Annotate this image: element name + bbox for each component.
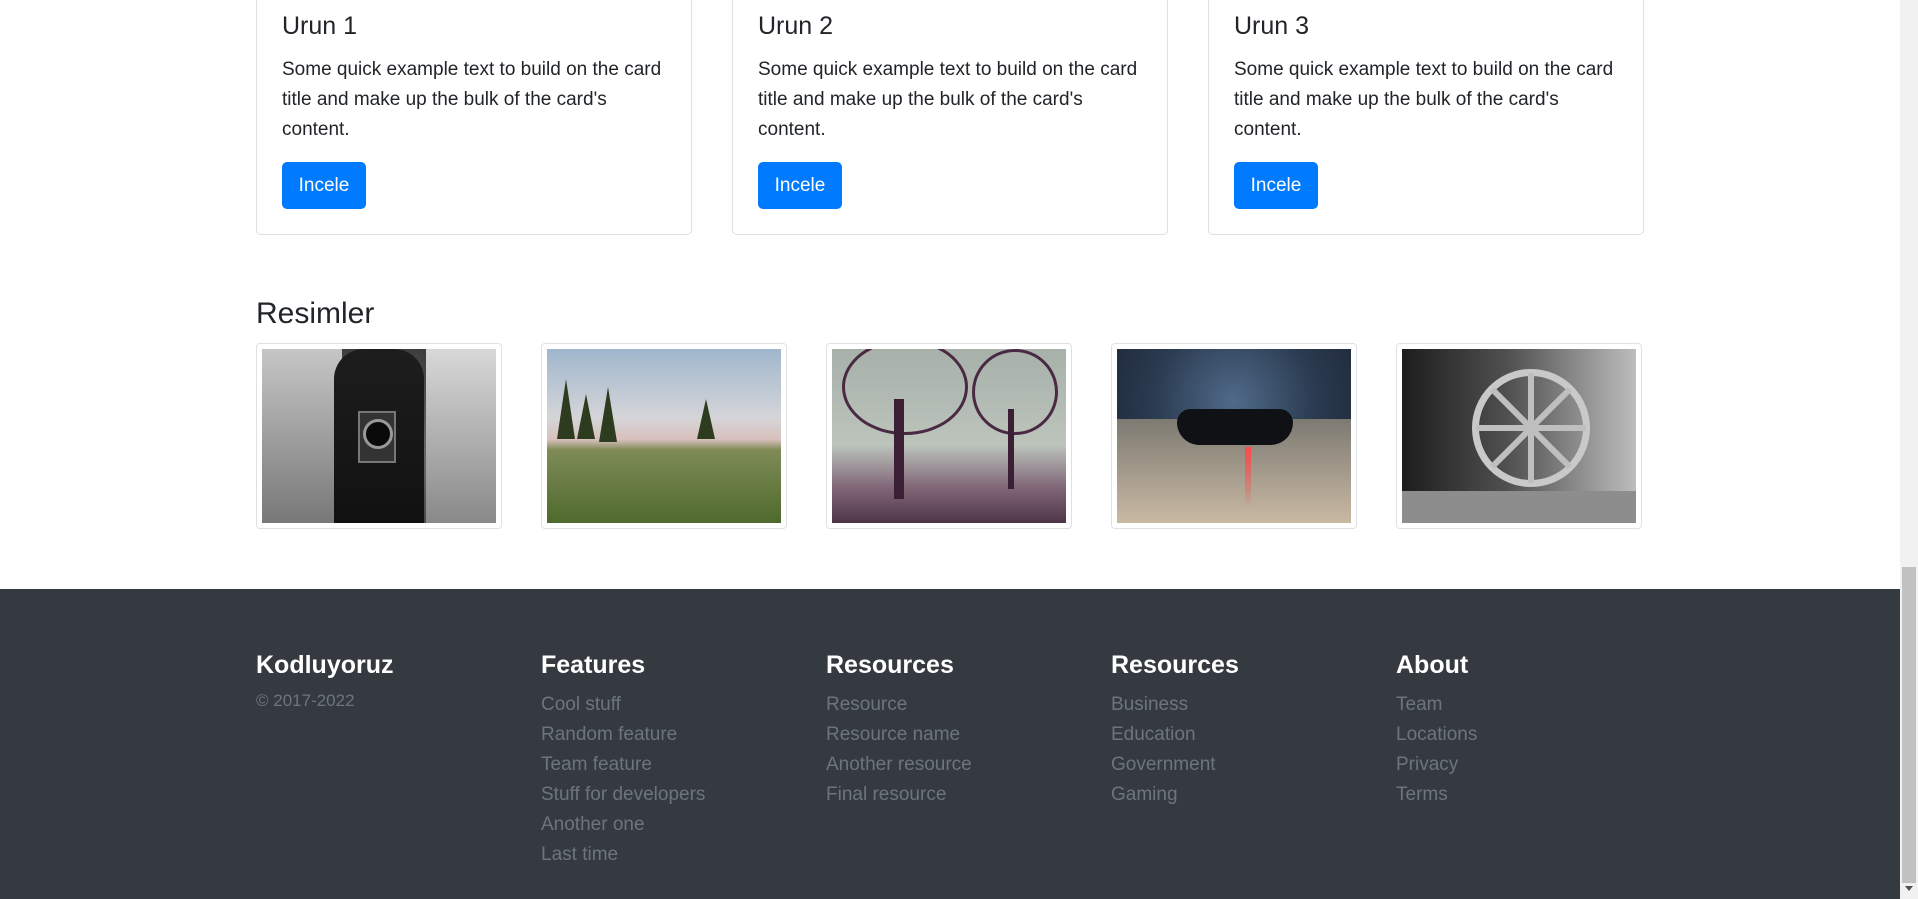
footer-link[interactable]: Random feature — [541, 720, 781, 750]
gallery-title: Resimler — [256, 297, 375, 330]
card-text: Some quick example text to build on the … — [1234, 59, 1614, 140]
footer-link[interactable]: Stuff for developers — [541, 780, 781, 810]
footer-link[interactable]: Education — [1111, 720, 1351, 750]
card-text: Some quick example text to build on the … — [282, 59, 662, 140]
game-controller-photo — [1117, 349, 1351, 523]
footer-brand-column: Kodluyoruz © 2017-2022 — [256, 650, 496, 712]
footer-link[interactable]: Cool stuff — [541, 690, 781, 720]
footer-link[interactable]: Another resource — [826, 750, 1066, 780]
footer-link[interactable]: Gaming — [1111, 780, 1351, 810]
incele-button[interactable]: Incele — [758, 162, 842, 209]
incele-button[interactable]: Incele — [282, 162, 366, 209]
card-title: Urun 3 — [1234, 12, 1310, 40]
footer-column-title: Resources — [1111, 651, 1239, 679]
footer-column-about: About Team Locations Privacy Terms — [1396, 650, 1636, 810]
footer-link[interactable]: Locations — [1396, 720, 1636, 750]
footer-column-title: About — [1396, 651, 1469, 679]
meadow-photo — [547, 349, 781, 523]
footer-column-resources-2: Resources Business Education Government … — [1111, 650, 1351, 810]
footer-brand: Kodluyoruz — [256, 651, 394, 679]
gallery-thumbnail-camera[interactable] — [256, 343, 502, 529]
gallery-thumbnail-foggy-trees[interactable] — [826, 343, 1072, 529]
footer-link[interactable]: Team — [1396, 690, 1636, 720]
card-title: Urun 2 — [758, 12, 834, 40]
page: Urun 1 Some quick example text to build … — [0, 0, 1900, 899]
foggy-trees-photo — [832, 349, 1066, 523]
footer-column-title: Features — [541, 651, 646, 679]
scrollbar-thumb[interactable] — [1902, 567, 1916, 883]
footer-column-title: Resources — [826, 651, 954, 679]
footer: Kodluyoruz © 2017-2022 Features Cool stu… — [0, 589, 1900, 899]
wagon-wheel-photo — [1402, 349, 1636, 523]
card-title: Urun 1 — [282, 12, 358, 40]
footer-link[interactable]: Team feature — [541, 750, 781, 780]
copyright-text: © 2017-2022 — [256, 691, 355, 710]
incele-button[interactable]: Incele — [1234, 162, 1318, 209]
gallery-thumbnail-meadow[interactable] — [541, 343, 787, 529]
footer-link[interactable]: Privacy — [1396, 750, 1636, 780]
footer-link[interactable]: Another one — [541, 810, 781, 840]
vertical-scrollbar[interactable] — [1900, 0, 1918, 899]
footer-link[interactable]: Government — [1111, 750, 1351, 780]
footer-link[interactable]: Resource — [826, 690, 1066, 720]
gallery-thumbnail-wheel[interactable] — [1396, 343, 1642, 529]
scroll-down-arrow-icon[interactable] — [1905, 886, 1913, 891]
footer-link[interactable]: Resource name — [826, 720, 1066, 750]
product-card: Urun 2 Some quick example text to build … — [732, 0, 1168, 235]
product-card: Urun 1 Some quick example text to build … — [256, 0, 692, 235]
footer-column-features: Features Cool stuff Random feature Team … — [541, 650, 781, 870]
product-cards: Urun 1 Some quick example text to build … — [256, 0, 1644, 235]
footer-link[interactable]: Final resource — [826, 780, 1066, 810]
footer-link[interactable]: Business — [1111, 690, 1351, 720]
footer-link[interactable]: Last time — [541, 840, 781, 870]
product-card: Urun 3 Some quick example text to build … — [1208, 0, 1644, 235]
footer-link[interactable]: Terms — [1396, 780, 1636, 810]
camera-photo — [262, 349, 496, 523]
footer-column-resources: Resources Resource Resource name Another… — [826, 650, 1066, 810]
gallery-thumbnail-controller[interactable] — [1111, 343, 1357, 529]
card-text: Some quick example text to build on the … — [758, 59, 1138, 140]
